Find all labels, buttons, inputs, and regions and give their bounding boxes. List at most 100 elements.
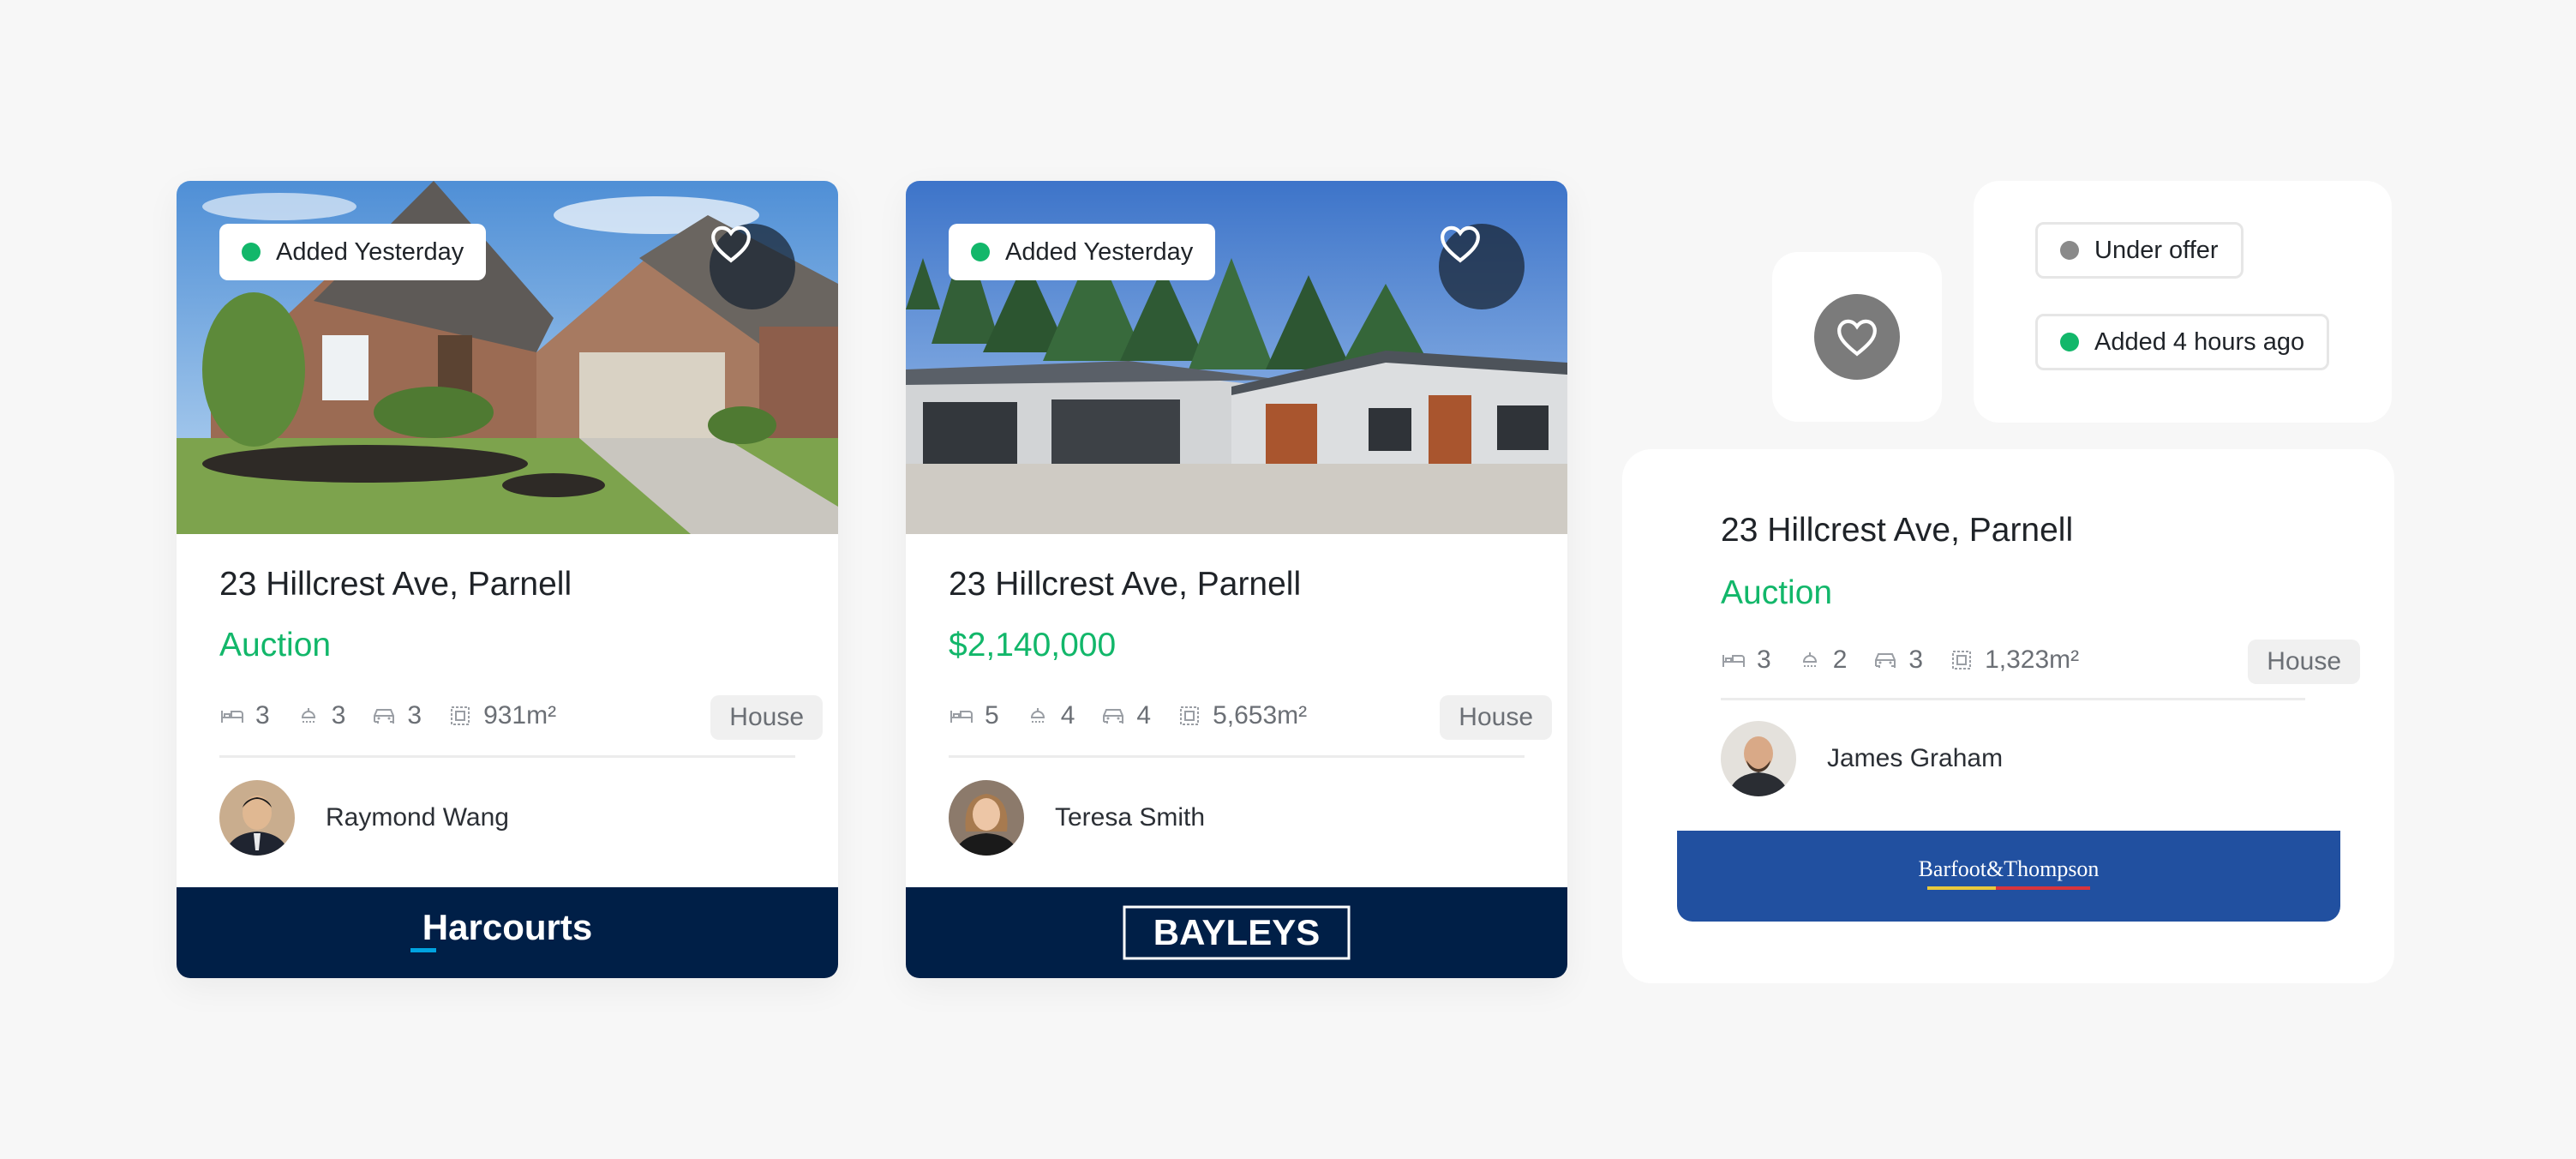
svg-text:BAYLEYS: BAYLEYS (1153, 912, 1321, 952)
listing-address[interactable]: 23 Hillcrest Ave, Parnell (1721, 511, 2305, 551)
spec-cars: 3 (1872, 646, 1923, 675)
heart-icon (1441, 225, 1480, 263)
status-dot (242, 243, 261, 261)
status-dot (2060, 333, 2079, 351)
favorite-button[interactable] (1814, 294, 1900, 380)
svg-text:Barfoot&Thompson: Barfoot&Thompson (1919, 856, 2100, 881)
divider (219, 754, 795, 758)
listing-specs: 5 4 4 5,653m² House (949, 694, 1552, 740)
status-badge-label: Added Yesterday (1005, 237, 1194, 266)
listing-details: 23 Hillcrest Ave, Parnell Auction 3 2 3 … (1622, 511, 2360, 796)
property-type-tag: House (710, 694, 823, 740)
bed-icon (950, 710, 973, 723)
agent-name: Teresa Smith (1055, 802, 1206, 832)
status-badge: Added Yesterday (949, 224, 1216, 280)
listing-details: 23 Hillcrest Ave, Parnell Auction 3 3 3 … (177, 565, 838, 856)
agent-photo (219, 779, 295, 856)
heart-icon (711, 225, 751, 263)
svg-text:Harcourts: Harcourts (422, 907, 592, 947)
barfoot-thompson-logo: Barfoot&Thompson (1919, 856, 2100, 890)
divider (949, 754, 1525, 758)
property-type-tag: House (2248, 639, 2360, 684)
spec-area: 5,653m² (1177, 701, 1307, 730)
spec-beds-value: 5 (985, 700, 999, 730)
agent-row[interactable]: Raymond Wang (219, 779, 795, 856)
agent-photo (1721, 720, 1796, 796)
agent-name: Raymond Wang (326, 802, 509, 832)
spec-area: 931m² (447, 701, 556, 730)
spec-baths: 4 (1025, 701, 1075, 730)
listing-specs: 3 2 3 1,323m² House (1721, 639, 2360, 684)
favorite-button[interactable] (710, 224, 795, 309)
status-badge-label: Under offer (2094, 236, 2219, 264)
listing-address[interactable]: 23 Hillcrest Ave, Parnell (219, 565, 795, 605)
harcourts-logo: Harcourts (410, 907, 592, 952)
spec-beds: 3 (219, 701, 270, 730)
listing-card-compact[interactable]: 23 Hillcrest Ave, Parnell Auction 3 2 3 … (1622, 449, 2394, 983)
favorite-button[interactable] (1439, 224, 1525, 309)
status-badge-label: Added 4 hours ago (2094, 327, 2305, 356)
spec-cars-value: 3 (1908, 645, 1924, 674)
car-icon (1875, 652, 1896, 668)
agent-avatar (219, 779, 295, 856)
car-icon (374, 708, 395, 724)
listing-details: 23 Hillcrest Ave, Parnell $2,140,000 5 4… (906, 565, 1567, 856)
spec-beds: 5 (949, 701, 999, 730)
spec-beds: 3 (1721, 646, 1771, 675)
status-dot (971, 243, 990, 261)
agency-banner[interactable]: BAYLEYS (906, 887, 1567, 978)
listing-address[interactable]: 23 Hillcrest Ave, Parnell (949, 565, 1525, 605)
agency-banner[interactable]: Barfoot&Thompson (1677, 831, 2340, 922)
spec-beds-value: 3 (255, 700, 270, 730)
spec-baths: 2 (1797, 645, 1848, 675)
listing-price: Auction (219, 626, 332, 664)
under-offer-badge: Under offer (2035, 222, 2244, 279)
listing-specs: 3 3 3 931m² House (219, 694, 823, 740)
spec-area-value: 5,653m² (1213, 700, 1308, 730)
agency-banner[interactable]: Harcourts (177, 887, 838, 978)
property-type-tag: House (1440, 694, 1552, 740)
bed-icon (1722, 654, 1745, 667)
floor-area-icon (451, 706, 470, 725)
shower-icon (1030, 707, 1045, 723)
spec-area-value: 1,323m² (1985, 645, 2080, 674)
floor-area-icon (1180, 706, 1200, 725)
spec-cars-value: 3 (407, 700, 422, 730)
shower-icon (301, 707, 315, 723)
shower-icon (1802, 652, 1817, 667)
listing-photo[interactable]: Added Yesterday (177, 181, 838, 534)
agent-avatar (949, 779, 1024, 856)
listing-photo[interactable]: Added Yesterday (906, 181, 1567, 534)
agent-row[interactable]: James Graham (1721, 720, 2305, 796)
spec-cars-value: 4 (1136, 700, 1152, 730)
spec-area: 1,323m² (1949, 646, 2079, 675)
listing-price: Auction (1721, 573, 1833, 611)
heart-icon (1837, 319, 1877, 357)
listing-price: $2,140,000 (949, 626, 1117, 664)
status-badge-panel: Under offer Added 4 hours ago (1974, 181, 2392, 423)
spec-area-value: 931m² (483, 700, 557, 730)
bed-icon (221, 710, 243, 723)
divider (1721, 697, 2305, 700)
spec-beds-value: 3 (1757, 645, 1771, 674)
agent-row[interactable]: Teresa Smith (949, 779, 1525, 856)
status-dot (2060, 241, 2079, 260)
spec-baths-value: 2 (1832, 645, 1848, 674)
spec-cars: 3 (371, 701, 422, 730)
spec-baths-value: 4 (1060, 700, 1075, 730)
added-recent-badge: Added 4 hours ago (2035, 314, 2330, 370)
floor-area-icon (1952, 650, 1972, 670)
agent-name: James Graham (1827, 743, 2004, 772)
bayleys-logo: BAYLEYS (1123, 905, 1351, 960)
car-icon (1103, 708, 1124, 724)
listing-card[interactable]: Added Yesterday 23 Hillcrest Ave, Parnel… (177, 181, 838, 978)
listing-card[interactable]: Added Yesterday 23 Hillcrest Ave, Parnel… (906, 181, 1567, 978)
spec-baths-value: 3 (331, 700, 346, 730)
status-badge-label: Added Yesterday (276, 237, 464, 266)
spec-cars: 4 (1100, 701, 1151, 730)
agent-avatar (1721, 720, 1796, 796)
agent-photo (949, 779, 1024, 856)
spec-baths: 3 (296, 700, 346, 730)
favorite-button-panel (1772, 252, 1942, 422)
status-badge: Added Yesterday (219, 224, 487, 280)
